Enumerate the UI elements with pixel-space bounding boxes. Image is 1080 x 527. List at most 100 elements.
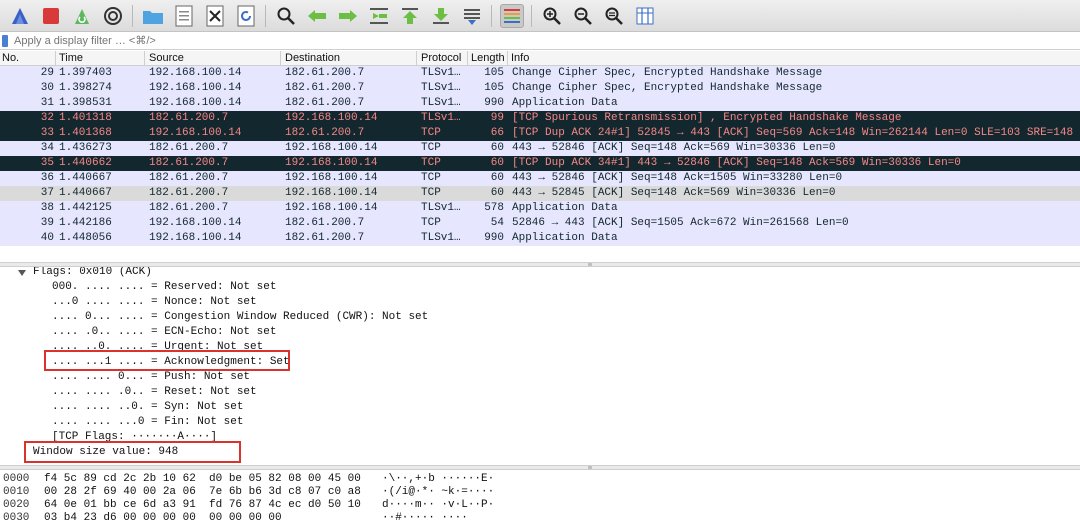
packet-time: 1.398274 — [59, 82, 112, 94]
packet-info: Application Data — [512, 202, 618, 214]
packet-details[interactable]: Flags: 0x010 (ACK) 000. .... .... = Rese… — [0, 267, 1080, 465]
resize-columns-icon[interactable] — [633, 4, 657, 28]
flag-line[interactable]: .... 0... .... = Congestion Window Reduc… — [52, 311, 428, 326]
packet-row[interactable]: 31 1.398531 192.168.100.14 182.61.200.7 TLSv… — [0, 96, 1080, 111]
packet-protocol: TCP — [421, 217, 441, 229]
packet-protocol: TLSv1… — [421, 202, 461, 214]
packet-row[interactable]: 29 1.397403 192.168.100.14 182.61.200.7 TLSv… — [0, 66, 1080, 81]
column-header-time[interactable]: Time — [59, 52, 83, 64]
packet-rows: 29 1.397403 192.168.100.14 182.61.200.7 TLSv… — [0, 66, 1080, 246]
go-first-icon[interactable] — [398, 4, 422, 28]
column-header-info[interactable]: Info — [511, 52, 529, 64]
byte-hex[interactable]: 64 0e 01 bb ce 6d a3 91 fd 76 87 4c ec d… — [44, 499, 361, 513]
bookmark-icon[interactable] — [2, 35, 8, 47]
packet-row[interactable]: 36 1.440667 182.61.200.7 192.168.100.14 TCP 6… — [0, 171, 1080, 186]
byte-ascii[interactable]: ··#····· ···· — [382, 512, 468, 526]
packet-length: 578 — [484, 202, 504, 214]
byte-ascii[interactable]: d····m·· ·v·L··P· — [382, 499, 494, 513]
packet-row[interactable]: 35 1.440662 182.61.200.7 192.168.100.14 TCP 6… — [0, 156, 1080, 171]
close-file-icon[interactable] — [203, 4, 227, 28]
packet-row[interactable]: 39 1.442186 192.168.100.14 182.61.200.7 TCP 5… — [0, 216, 1080, 231]
packet-destination: 182.61.200.7 — [285, 127, 365, 139]
packet-info: [TCP Spurious Retransmission] , Encrypte… — [512, 112, 902, 124]
packet-number: 31 — [40, 97, 54, 109]
packet-number: 38 — [40, 202, 54, 214]
go-back-icon[interactable] — [305, 4, 329, 28]
zoom-out-icon[interactable] — [571, 4, 595, 28]
zoom-in-icon[interactable] — [540, 4, 564, 28]
packet-protocol: TCP — [421, 142, 441, 154]
options-gear-icon[interactable] — [101, 4, 125, 28]
packet-destination: 192.168.100.14 — [285, 112, 378, 124]
collapse-triangle-icon[interactable] — [18, 270, 26, 276]
save-file-icon[interactable] — [172, 4, 196, 28]
go-last-icon[interactable] — [429, 4, 453, 28]
toolbar-separator — [132, 4, 133, 27]
packet-row[interactable]: 40 1.448056 192.168.100.14 182.61.200.7 TLSv… — [0, 231, 1080, 246]
packet-list[interactable]: No. Time Source Destination Protocol Len… — [0, 51, 1080, 262]
display-filter-input[interactable] — [14, 35, 614, 47]
packet-row[interactable]: 33 1.401368 192.168.100.14 182.61.200.7 TCP 6… — [0, 126, 1080, 141]
packet-length: 990 — [484, 97, 504, 109]
find-packet-icon[interactable] — [274, 4, 298, 28]
flag-line[interactable]: .... .... ...0 = Fin: Not set — [52, 416, 243, 431]
packet-source: 192.168.100.14 — [149, 67, 242, 79]
go-forward-icon[interactable] — [336, 4, 360, 28]
packet-info: [TCP Dup ACK 34#1] 443 → 52846 [ACK] Seq… — [512, 157, 961, 169]
byte-ascii[interactable]: ·\··,+·b ······E· — [382, 473, 494, 487]
flag-line[interactable]: ...0 .... .... = Nonce: Not set — [52, 296, 257, 311]
colorize-icon[interactable] — [499, 3, 524, 28]
flag-line[interactable]: .... .... 0... = Push: Not set — [52, 371, 250, 386]
packet-length: 990 — [484, 232, 504, 244]
packet-info: [TCP Dup ACK 24#1] 52845 → 443 [ACK] Seq… — [512, 127, 1074, 139]
packet-number: 34 — [40, 142, 54, 154]
packet-number: 30 — [40, 82, 54, 94]
packet-source: 182.61.200.7 — [149, 142, 229, 154]
open-folder-icon[interactable] — [141, 4, 165, 28]
packet-bytes[interactable]: 0000 f4 5c 89 cd 2c 2b 10 62 d0 be 05 82 … — [0, 471, 1080, 527]
packet-row[interactable]: 30 1.398274 192.168.100.14 182.61.200.7 TLSv… — [0, 81, 1080, 96]
byte-hex[interactable]: f4 5c 89 cd 2c 2b 10 62 d0 be 05 82 08 0… — [44, 473, 361, 487]
column-header-no[interactable]: No. — [2, 52, 19, 64]
byte-offset[interactable]: 0030 — [3, 512, 29, 526]
packet-row[interactable]: 38 1.442125 182.61.200.7 192.168.100.14 TLSv… — [0, 201, 1080, 216]
byte-offset[interactable]: 0000 — [3, 473, 29, 487]
packet-row[interactable]: 34 1.436273 182.61.200.7 192.168.100.14 TCP 6… — [0, 141, 1080, 156]
go-to-packet-icon[interactable] — [367, 4, 391, 28]
packet-source: 182.61.200.7 — [149, 157, 229, 169]
packet-destination: 192.168.100.14 — [285, 187, 378, 199]
tcp-flags-node[interactable]: Flags: 0x010 (ACK) — [33, 267, 152, 281]
column-header-protocol[interactable]: Protocol — [421, 52, 461, 64]
packet-protocol: TLSv1… — [421, 82, 461, 94]
packet-destination: 192.168.100.14 — [285, 142, 378, 154]
toolbar-separator — [491, 4, 492, 27]
packet-row[interactable]: 37 1.440667 182.61.200.7 192.168.100.14 TCP 6… — [0, 186, 1080, 201]
byte-offset[interactable]: 0020 — [3, 499, 29, 513]
flag-line[interactable]: .... .... .0.. = Reset: Not set — [52, 386, 257, 401]
restart-icon[interactable] — [70, 4, 94, 28]
packet-source: 182.61.200.7 — [149, 187, 229, 199]
window-size-highlight-box — [24, 441, 241, 463]
column-header-destination[interactable]: Destination — [285, 52, 340, 64]
flag-line[interactable]: 000. .... .... = Reserved: Not set — [52, 281, 276, 296]
shark-fin-icon[interactable] — [8, 4, 32, 28]
packet-destination: 192.168.100.14 — [285, 157, 378, 169]
byte-ascii[interactable]: ·(/i@·*· ~k·=···· — [382, 486, 494, 500]
toolbar-separator — [265, 4, 266, 27]
byte-offset[interactable]: 0010 — [3, 486, 29, 500]
flag-line[interactable]: .... .0.. .... = ECN-Echo: Not set — [52, 326, 276, 341]
stop-icon[interactable] — [39, 4, 63, 28]
column-header-source[interactable]: Source — [149, 52, 184, 64]
column-header-length[interactable]: Length — [471, 52, 505, 64]
flag-line[interactable]: .... .... ..0. = Syn: Not set — [52, 401, 243, 416]
byte-hex[interactable]: 00 28 2f 69 40 00 2a 06 7e 6b b6 3d c8 0… — [44, 486, 361, 500]
byte-hex[interactable]: 03 b4 23 d6 00 00 00 00 00 00 00 00 — [44, 512, 282, 526]
packet-time: 1.442186 — [59, 217, 112, 229]
packet-protocol: TLSv1… — [421, 67, 461, 79]
pane-splitter[interactable] — [0, 465, 1080, 470]
reload-icon[interactable] — [234, 4, 258, 28]
packet-info: 52846 → 443 [ACK] Seq=1505 Ack=672 Win=2… — [512, 217, 849, 229]
packet-row[interactable]: 32 1.401318 182.61.200.7 192.168.100.14 TLSv… — [0, 111, 1080, 126]
autoscroll-icon[interactable] — [460, 4, 484, 28]
zoom-reset-icon[interactable] — [602, 4, 626, 28]
